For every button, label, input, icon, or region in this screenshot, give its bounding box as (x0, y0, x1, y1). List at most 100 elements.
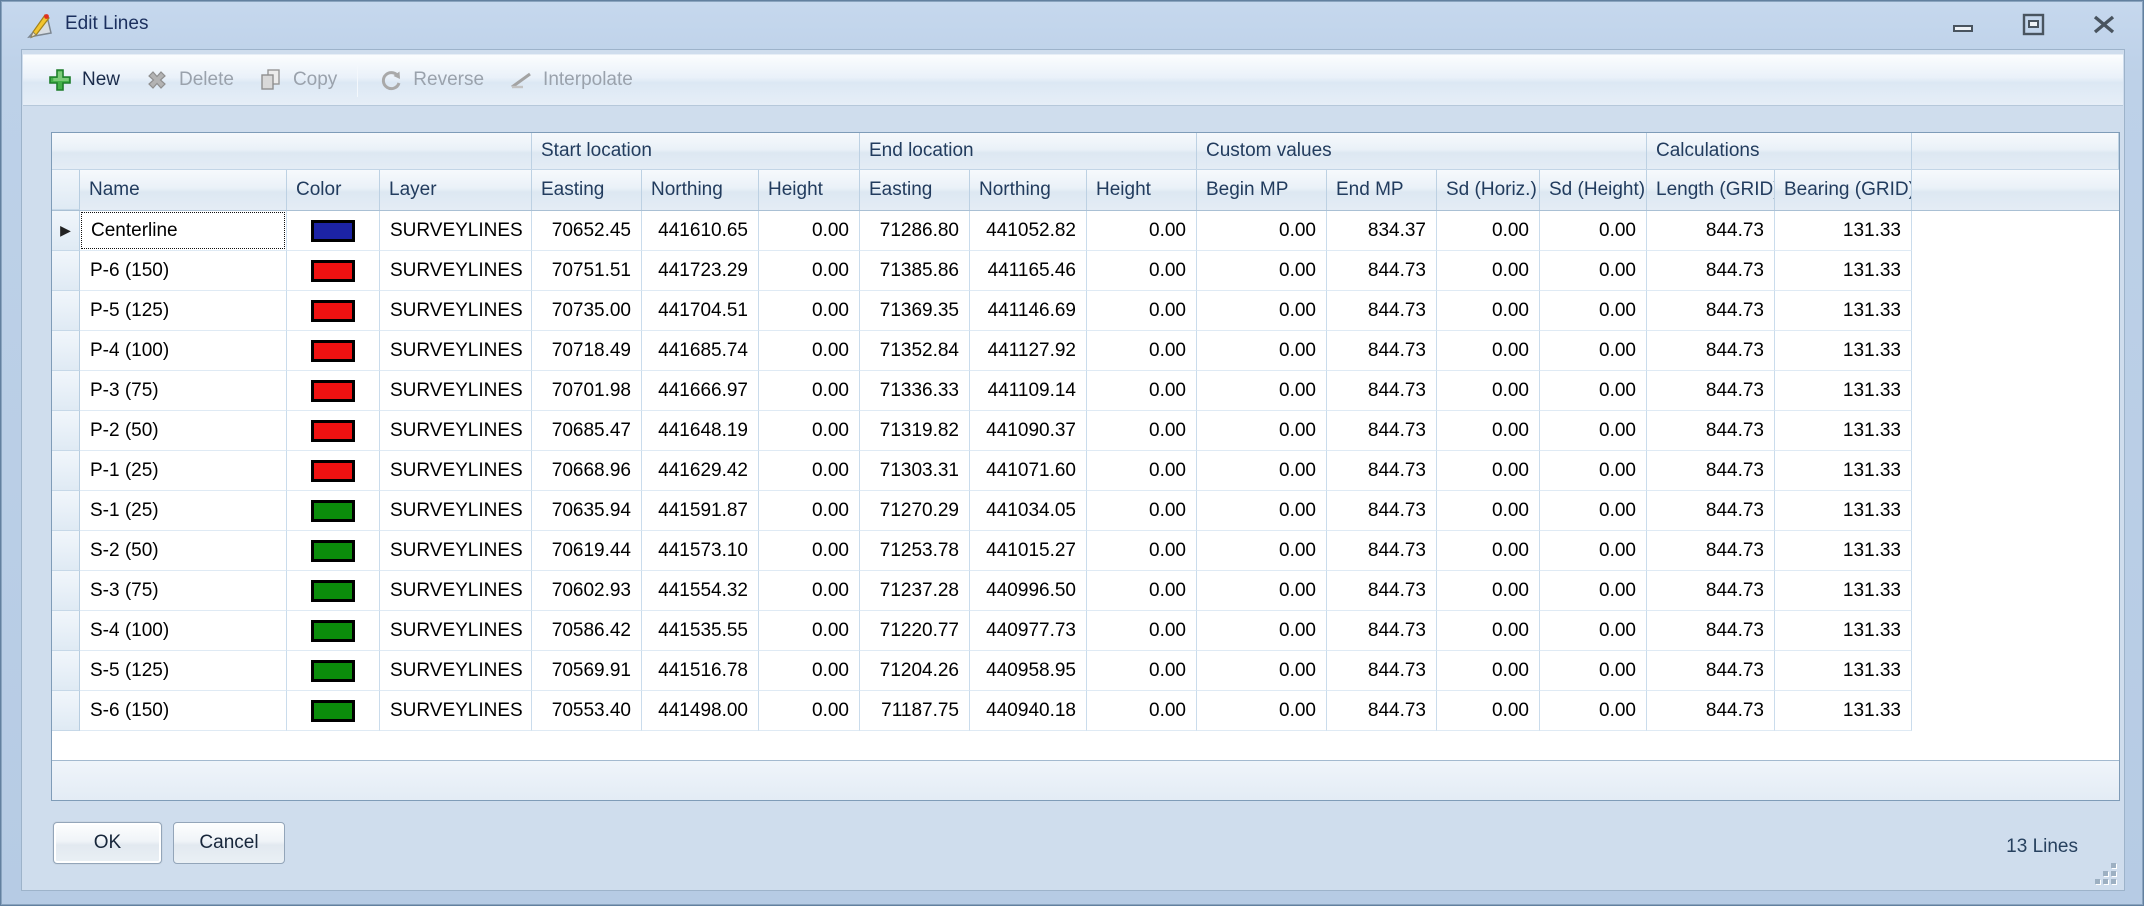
row-indicator[interactable] (52, 371, 80, 411)
value-cell[interactable]: 441591.87 (642, 491, 759, 531)
value-cell[interactable]: 844.73 (1647, 651, 1775, 691)
value-cell[interactable]: 0.00 (759, 331, 860, 371)
color-cell[interactable] (287, 571, 380, 611)
color-cell[interactable] (287, 611, 380, 651)
value-cell[interactable]: 844.73 (1327, 531, 1437, 571)
value-cell[interactable]: 70602.93 (532, 571, 642, 611)
value-cell[interactable]: 0.00 (1087, 531, 1197, 571)
column-header-color[interactable]: Color (287, 170, 380, 210)
layer-cell[interactable]: SURVEYLINES (380, 531, 532, 571)
value-cell[interactable]: 0.00 (1087, 411, 1197, 451)
value-cell[interactable]: 844.73 (1647, 691, 1775, 731)
column-header-sd-horiz-[interactable]: Sd (Horiz.)▲ (1437, 170, 1540, 210)
value-cell[interactable]: 71253.78 (860, 531, 970, 571)
value-cell[interactable]: 441034.05 (970, 491, 1087, 531)
value-cell[interactable]: 71319.82 (860, 411, 970, 451)
value-cell[interactable]: 0.00 (1437, 491, 1540, 531)
value-cell[interactable]: 131.33 (1775, 571, 1912, 611)
row-indicator[interactable] (52, 571, 80, 611)
row-indicator[interactable] (52, 531, 80, 571)
value-cell[interactable]: 441146.69 (970, 291, 1087, 331)
value-cell[interactable]: 0.00 (759, 411, 860, 451)
row-indicator[interactable] (52, 291, 80, 331)
layer-cell[interactable]: SURVEYLINES (380, 571, 532, 611)
value-cell[interactable]: 0.00 (759, 451, 860, 491)
value-cell[interactable]: 71286.80 (860, 211, 970, 251)
value-cell[interactable]: 0.00 (1540, 211, 1647, 251)
value-cell[interactable]: 0.00 (1540, 571, 1647, 611)
value-cell[interactable]: 0.00 (1087, 691, 1197, 731)
value-cell[interactable]: 131.33 (1775, 411, 1912, 451)
name-cell[interactable]: P-5 (125) (80, 291, 287, 331)
value-cell[interactable]: 844.73 (1647, 571, 1775, 611)
color-cell[interactable] (287, 331, 380, 371)
value-cell[interactable]: 844.73 (1327, 691, 1437, 731)
minimize-button[interactable] (1951, 13, 1977, 37)
value-cell[interactable]: 0.00 (1197, 611, 1327, 651)
value-cell[interactable]: 70735.00 (532, 291, 642, 331)
value-cell[interactable]: 844.73 (1327, 451, 1437, 491)
column-header-length-grid-[interactable]: Length (GRID) (1647, 170, 1775, 210)
name-cell[interactable]: P-3 (75) (80, 371, 287, 411)
name-cell[interactable]: S-6 (150) (80, 691, 287, 731)
value-cell[interactable]: 0.00 (1197, 291, 1327, 331)
current-row-indicator[interactable]: ▶ (52, 211, 80, 251)
color-cell[interactable] (287, 211, 380, 251)
value-cell[interactable]: 844.73 (1327, 571, 1437, 611)
value-cell[interactable]: 440996.50 (970, 571, 1087, 611)
value-cell[interactable]: 0.00 (759, 651, 860, 691)
value-cell[interactable]: 441685.74 (642, 331, 759, 371)
value-cell[interactable]: 441704.51 (642, 291, 759, 331)
color-cell[interactable] (287, 371, 380, 411)
resize-grip[interactable] (2092, 860, 2116, 884)
value-cell[interactable]: 844.73 (1327, 331, 1437, 371)
value-cell[interactable]: 0.00 (1197, 451, 1327, 491)
layer-cell[interactable]: SURVEYLINES (380, 611, 532, 651)
layer-cell[interactable]: SURVEYLINES (380, 411, 532, 451)
value-cell[interactable]: 71237.28 (860, 571, 970, 611)
value-cell[interactable]: 844.73 (1327, 371, 1437, 411)
layer-cell[interactable]: SURVEYLINES (380, 691, 532, 731)
value-cell[interactable]: 0.00 (1540, 651, 1647, 691)
value-cell[interactable]: 71385.86 (860, 251, 970, 291)
column-header-northing[interactable]: Northing (642, 170, 759, 210)
value-cell[interactable]: 131.33 (1775, 611, 1912, 651)
name-cell[interactable]: S-5 (125) (80, 651, 287, 691)
name-cell[interactable]: S-1 (25) (80, 491, 287, 531)
value-cell[interactable]: 844.73 (1647, 211, 1775, 251)
value-cell[interactable]: 0.00 (1087, 451, 1197, 491)
value-cell[interactable]: 0.00 (759, 691, 860, 731)
value-cell[interactable]: 71352.84 (860, 331, 970, 371)
value-cell[interactable]: 70569.91 (532, 651, 642, 691)
reverse-button[interactable]: Reverse (366, 63, 496, 97)
layer-cell[interactable]: SURVEYLINES (380, 211, 532, 251)
row-indicator[interactable] (52, 691, 80, 731)
value-cell[interactable]: 0.00 (1087, 611, 1197, 651)
value-cell[interactable]: 0.00 (759, 531, 860, 571)
value-cell[interactable]: 0.00 (1437, 531, 1540, 571)
value-cell[interactable]: 0.00 (1540, 611, 1647, 651)
column-header-bearing-grid-[interactable]: Bearing (GRID) (1775, 170, 1912, 210)
value-cell[interactable]: 71220.77 (860, 611, 970, 651)
name-cell[interactable]: S-4 (100) (80, 611, 287, 651)
value-cell[interactable]: 0.00 (1437, 651, 1540, 691)
row-indicator[interactable] (52, 651, 80, 691)
value-cell[interactable]: 844.73 (1327, 291, 1437, 331)
color-cell[interactable] (287, 411, 380, 451)
value-cell[interactable]: 71187.75 (860, 691, 970, 731)
value-cell[interactable]: 441127.92 (970, 331, 1087, 371)
column-header-easting[interactable]: Easting (532, 170, 642, 210)
value-cell[interactable]: 131.33 (1775, 691, 1912, 731)
value-cell[interactable]: 0.00 (1087, 331, 1197, 371)
name-cell[interactable]: P-2 (50) (80, 411, 287, 451)
color-cell[interactable] (287, 491, 380, 531)
value-cell[interactable]: 71336.33 (860, 371, 970, 411)
value-cell[interactable]: 441015.27 (970, 531, 1087, 571)
value-cell[interactable]: 441090.37 (970, 411, 1087, 451)
value-cell[interactable]: 0.00 (1437, 251, 1540, 291)
value-cell[interactable]: 844.73 (1327, 251, 1437, 291)
value-cell[interactable]: 441109.14 (970, 371, 1087, 411)
value-cell[interactable]: 70586.42 (532, 611, 642, 651)
row-indicator[interactable] (52, 451, 80, 491)
value-cell[interactable]: 844.73 (1647, 411, 1775, 451)
